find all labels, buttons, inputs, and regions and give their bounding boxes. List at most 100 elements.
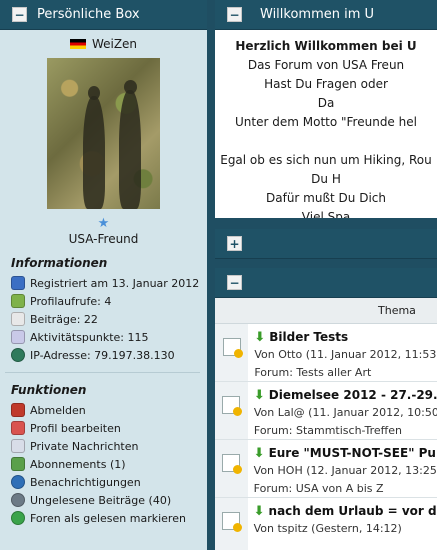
document-icon: [11, 312, 25, 326]
globe-icon: [11, 348, 25, 362]
topic-body: ⬇ Diemelsee 2012 - 27.-29. Von Lal@ (11. J…: [248, 382, 437, 439]
function-label: Benachrichtigungen: [30, 475, 141, 489]
chart-icon: [11, 294, 25, 308]
info-label: Aktivitätspunkte: 115: [30, 330, 149, 344]
personal-box-title: Persönliche Box: [37, 7, 140, 22]
spacer: [215, 218, 437, 229]
info-list: Registriert am 13. Januar 2012 Profilaufr…: [0, 274, 207, 364]
welcome-line: Das Forum von USA Freun: [247, 58, 405, 72]
divider: [5, 372, 200, 373]
function-label: Abonnements (1): [30, 457, 126, 471]
welcome-line: Unter dem Motto "Freunde hel: [235, 115, 417, 129]
username[interactable]: WeiZen: [92, 37, 137, 51]
topic-meta: Von tspitz (Gestern, 14:12): [253, 522, 402, 535]
new-posts-icon: [222, 512, 243, 532]
info-label: Profilaufrufe: 4: [30, 294, 112, 308]
functions-list: Abmelden Profil bearbeiten Private Nachric…: [0, 401, 207, 527]
column-header-thema[interactable]: Thema: [215, 298, 437, 324]
topic-body: ⬇ Bilder Tests Von Otto (11. Januar 2012, …: [248, 324, 437, 381]
function-label: Foren als gelesen markieren: [30, 511, 186, 525]
info-item: Profilaufrufe: 4: [11, 292, 207, 310]
topic-status-icon: [215, 382, 248, 439]
topic-meta: Von Otto (11. Januar 2012, 11:53): [254, 348, 437, 361]
welcome-line: Du H: [311, 172, 341, 186]
new-posts-icon: [222, 396, 243, 416]
topic-title[interactable]: Bilder Tests: [269, 330, 348, 344]
function-item[interactable]: Foren als gelesen markieren: [11, 509, 207, 527]
calendar-icon: [11, 276, 25, 290]
collapse-toggle-icon[interactable]: −: [12, 7, 27, 22]
welcome-line: Viel Spa: [301, 210, 351, 218]
function-item[interactable]: Private Nachrichten: [11, 437, 207, 455]
function-item[interactable]: Profil bearbeiten: [11, 419, 207, 437]
collapsed-box-header: +: [215, 229, 437, 259]
function-label: Profil bearbeiten: [30, 421, 121, 435]
topic-status-icon: [215, 498, 248, 550]
welcome-box-header: − Willkommen im U: [215, 0, 437, 30]
welcome-line: Da: [317, 96, 335, 110]
info-item: Beiträge: 22: [11, 310, 207, 328]
topic-row: ⬇ Diemelsee 2012 - 27.-29. Von Lal@ (11. J…: [215, 382, 437, 440]
topic-title[interactable]: nach dem Urlaub = vor de: [269, 504, 437, 518]
welcome-line: Egal ob es sich nun um Hiking, Rou: [220, 153, 432, 167]
pencil-icon: [11, 421, 25, 435]
new-posts-icon: [222, 454, 243, 474]
info-label: IP-Adresse: 79.197.38.130: [30, 348, 175, 362]
topic-title-row: ⬇ Eure "MUST-NOT-SEE" Pun: [254, 444, 437, 462]
subscription-icon: [11, 457, 25, 471]
main-column: − Willkommen im U Herzlich Willkommen be…: [215, 0, 437, 550]
mail-icon: [11, 439, 25, 453]
topic-title-row: ⬇ Diemelsee 2012 - 27.-29.: [254, 386, 437, 404]
go-to-first-unread-icon[interactable]: ⬇: [254, 388, 265, 403]
topic-forum[interactable]: [254, 538, 437, 550]
german-flag-icon: [69, 39, 86, 49]
topic-row: ⬇ Bilder Tests Von Otto (11. Januar 2012, …: [215, 324, 437, 382]
topic-title[interactable]: Eure "MUST-NOT-SEE" Pun: [269, 446, 437, 460]
topic-title[interactable]: Diemelsee 2012 - 27.-29.: [269, 388, 437, 402]
welcome-line: Hast Du Fragen oder: [264, 77, 388, 91]
topic-list: Thema ⬇ Bilder Tests Von Otto (11. Januar …: [215, 298, 437, 550]
personal-box: − Persönliche Box WeiZen ★ USA-Freund In…: [0, 0, 207, 550]
info-item: IP-Adresse: 79.197.38.130: [11, 346, 207, 364]
speech-bubble-icon: [11, 330, 25, 344]
new-posts-icon: [222, 338, 243, 358]
function-label: Private Nachrichten: [30, 439, 139, 453]
topic-meta: Von HOH (12. Januar 2012, 13:25): [253, 464, 437, 477]
function-item[interactable]: Abmelden: [11, 401, 207, 419]
avatar[interactable]: [47, 58, 160, 209]
user-rank: USA-Freund: [68, 232, 139, 246]
topic-meta: Von Lal@ (11. Januar 2012, 10:50): [253, 406, 437, 419]
unread-icon: [11, 493, 25, 507]
welcome-box-title: Willkommen im U: [260, 7, 375, 22]
personal-box-header: − Persönliche Box: [0, 0, 207, 30]
go-to-first-unread-icon[interactable]: ⬇: [254, 504, 265, 519]
collapse-toggle-icon[interactable]: −: [227, 275, 242, 290]
go-to-first-unread-icon[interactable]: ⬇: [254, 330, 265, 345]
info-item: Registriert am 13. Januar 2012: [11, 274, 207, 292]
info-section-title: Informationen: [11, 256, 108, 270]
collapse-toggle-icon[interactable]: −: [227, 7, 242, 22]
function-item[interactable]: Abonnements (1): [11, 455, 207, 473]
info-label: Beiträge: 22: [30, 312, 98, 326]
expand-toggle-icon[interactable]: +: [227, 236, 242, 251]
spacer: [215, 259, 437, 268]
welcome-line: [215, 132, 437, 151]
topic-forum[interactable]: Forum: Tests aller Art: [254, 364, 437, 381]
info-item: Aktivitätspunkte: 115: [11, 328, 207, 346]
welcome-line: Dafür mußt Du Dich: [266, 191, 386, 205]
profile-card: WeiZen ★ USA-Freund: [0, 30, 207, 246]
function-label: Abmelden: [30, 403, 86, 417]
welcome-line: Herzlich Willkommen bei U: [235, 39, 417, 53]
function-label: Ungelesene Beiträge (40): [30, 493, 172, 507]
topic-forum[interactable]: Forum: USA von A bis Z: [254, 480, 437, 497]
function-item[interactable]: Ungelesene Beiträge (40): [11, 491, 207, 509]
topic-body: ⬇ Eure "MUST-NOT-SEE" Pun Von HOH (12. Jan…: [248, 440, 437, 497]
go-to-first-unread-icon[interactable]: ⬇: [254, 446, 265, 461]
function-item[interactable]: Benachrichtigungen: [11, 473, 207, 491]
topic-forum[interactable]: Forum: Stammtisch-Treffen: [254, 422, 437, 439]
topic-title-row: ⬇ nach dem Urlaub = vor de: [254, 502, 437, 520]
logout-icon: [11, 403, 25, 417]
forum-box-header: −: [215, 268, 437, 298]
rank-star-icon: ★: [97, 216, 110, 231]
topic-title-row: ⬇ Bilder Tests: [254, 328, 437, 346]
